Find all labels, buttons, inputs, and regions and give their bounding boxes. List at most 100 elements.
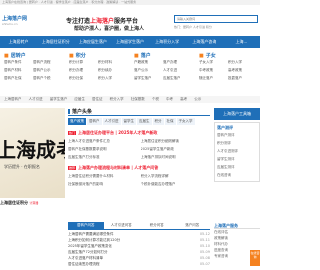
family-icon: ■ <box>199 53 204 59</box>
recommend-badge: 推荐 <box>68 166 77 170</box>
category-link[interactable]: 居转户流程 <box>33 60 62 65</box>
category-link[interactable]: 居转户个税 <box>33 76 62 81</box>
slogan-prefix: 专注打造 <box>66 18 91 25</box>
news-tab[interactable]: 留学生 <box>121 118 136 125</box>
category-link[interactable]: 投靠落户 <box>228 76 257 81</box>
search-hot-words: 热门：居转户 人才引进 积分 <box>174 25 212 29</box>
category-link[interactable]: 落户公示 <box>134 68 163 73</box>
list-item[interactable]: 居住证续签办理流程 05-07 <box>68 261 210 267</box>
news-tab[interactable]: 居转户 <box>87 118 102 125</box>
id-card-icon: ■ <box>134 53 139 59</box>
news-link[interactable]: 积分入学流程详解 <box>141 174 211 179</box>
site-logo[interactable]: 上海落户网 <box>2 15 27 22</box>
category-link[interactable]: 居转户材料 <box>4 68 33 73</box>
category-link[interactable]: 积分入学 <box>228 60 257 65</box>
news-tab[interactable]: 子女入学 <box>176 118 195 125</box>
score-calculator-link[interactable]: 上海居住证积分 计算器 <box>0 200 65 208</box>
news-link[interactable]: 上海居住证积分细则解读 <box>141 139 211 144</box>
news-link[interactable]: 居转户社保基数要求说明 <box>68 147 138 152</box>
news-link[interactable]: 上海人才引进落户条件汇总 <box>68 139 138 144</box>
news-headline[interactable]: 热门 上海居住证办理平台 | 2025年人才落户新政 <box>68 130 210 136</box>
news-panel: 落户头条 落户政策 居转户 人才引进 留学生 应届生 积分 社保 子女入学 热门… <box>68 108 210 220</box>
category-link[interactable]: 人才引进 <box>163 68 192 73</box>
nav-item[interactable]: 上海... <box>223 36 260 48</box>
slogan-line1: 专注打造上海落户服务平台 <box>66 16 138 25</box>
nav-item[interactable]: 上海应届生落户 <box>74 36 111 48</box>
category-link[interactable]: 应届生落户 <box>163 76 192 81</box>
news-tab[interactable]: 积分 <box>152 118 164 125</box>
news-link[interactable]: 2025留学生落户新政 <box>141 147 211 152</box>
assessment-link[interactable]: 在线咨询 <box>217 173 257 178</box>
hot-tag[interactable]: 上海居转户 <box>4 97 22 101</box>
category-link[interactable]: 积分续办 <box>98 68 127 73</box>
hot-tag[interactable]: 居住证 <box>92 97 103 101</box>
assessment-link[interactable]: 积分测评 <box>217 141 257 146</box>
category-link[interactable]: 居转户公示 <box>33 68 62 73</box>
category-link[interactable]: 积分入学 <box>98 76 127 81</box>
category-link[interactable]: 中考政策 <box>199 68 228 73</box>
hot-tag[interactable]: 公示 <box>194 97 201 101</box>
news-tab[interactable]: 人才引进 <box>102 118 121 125</box>
hot-tag[interactable]: 积分入学 <box>110 97 124 101</box>
news-link[interactable]: 上海落户排队时间说明 <box>141 155 211 160</box>
category-link[interactable]: 高考政策 <box>228 68 257 73</box>
hot-tag[interactable]: 人才引进 <box>29 97 43 101</box>
nav-item[interactable]: 上海落户咨询 <box>186 36 223 48</box>
hot-tag[interactable]: 个税 <box>152 97 159 101</box>
category-link[interactable]: 留学生落户 <box>134 76 163 81</box>
toolbox-button[interactable]: 上海落户工具箱 <box>214 108 260 120</box>
news-tab[interactable]: 应届生 <box>137 118 152 125</box>
category-title[interactable]: ■ 落户 <box>130 52 192 60</box>
category-link[interactable]: 居转户条件 <box>4 60 33 65</box>
category-link[interactable]: 户籍政策 <box>134 60 163 65</box>
qa-tab[interactable]: 居转户问答 <box>68 222 104 229</box>
hot-tag[interactable]: 中考 <box>166 97 173 101</box>
service-title: 上海落户服务 <box>214 222 260 229</box>
assessment-link[interactable]: 应届生测评 <box>217 165 257 170</box>
category-link[interactable]: 落户办理 <box>163 60 192 65</box>
category-block: ■ 积分 积分计算 积分材料 积分办理 积分续办 积分社保 积分入学 <box>65 52 127 94</box>
category-link[interactable]: 子女入学 <box>199 60 228 65</box>
star-icon: ■ <box>69 53 74 59</box>
news-link[interactable]: 上海居住证积分需要什么材料 <box>68 174 138 179</box>
search-input[interactable] <box>174 15 258 23</box>
banner-subtitle: 学历提升 · 在职报名 <box>4 164 40 169</box>
category-panel: ■ 居转户 居转户条件 居转户流程 居转户材料 居转户公示 居转户社保 居转户个税… <box>0 52 260 94</box>
hot-tag[interactable]: 留学生落户 <box>50 97 68 101</box>
category-title[interactable]: ■ 子女 <box>195 52 257 60</box>
hot-tag[interactable]: 社保基数 <box>131 97 145 101</box>
news-link-grid: 上海人才引进落户条件汇总 上海居住证积分细则解读 居转户社保基数要求说明 202… <box>68 139 210 160</box>
nav-item[interactable]: 上海积分入学 <box>149 36 186 48</box>
assessment-link[interactable]: 人才引进测评 <box>217 149 257 154</box>
assessment-link[interactable]: 留学生测评 <box>217 157 257 162</box>
qa-tab[interactable]: 积分问答 <box>139 222 175 229</box>
hot-tag[interactable]: 高考 <box>180 97 187 101</box>
banner-title: 上海成考 <box>0 138 65 162</box>
news-link[interactable]: 个税补缴能否办理落户 <box>141 182 211 187</box>
slogan-line2: 帮助沪漂人，喜沪圈，做上海人 <box>74 26 145 32</box>
news-tab[interactable]: 社保 <box>164 118 176 125</box>
qa-tab[interactable]: 人才引进问答 <box>104 222 140 229</box>
category-link[interactable]: 积分材料 <box>98 60 127 65</box>
category-title[interactable]: ■ 居转户 <box>0 52 62 60</box>
online-chat-button[interactable]: 在线咨询 <box>250 250 260 266</box>
category-link[interactable]: 积分社保 <box>69 76 98 81</box>
nav-item[interactable]: 上海居转户 <box>0 36 37 48</box>
category-link[interactable]: 积分计算 <box>69 60 98 65</box>
category-title[interactable]: ■ 积分 <box>65 52 127 60</box>
category-link[interactable]: 随迁落户 <box>199 76 228 81</box>
hot-tag[interactable]: 应届生 <box>74 97 85 101</box>
news-headline[interactable]: 推荐 上海落户办理流程与材料清单 | 人才落户问答 <box>68 165 210 171</box>
category-link[interactable]: 积分办理 <box>69 68 98 73</box>
news-link[interactable]: 应届生落户打分标准 <box>68 155 138 160</box>
promo-banner[interactable]: 上海成考 学历提升 · 在职报名 <box>0 108 65 198</box>
news-tab[interactable]: 落户政策 <box>68 118 86 125</box>
category-link[interactable]: 居转户社保 <box>4 76 33 81</box>
news-link[interactable]: 社保断缴对落户的影响 <box>68 182 138 187</box>
nav-item[interactable]: 上海居住证积分 <box>37 36 74 48</box>
nav-item[interactable]: 上海留学生落户 <box>111 36 148 48</box>
qa-tab[interactable]: 落户问答 <box>175 222 211 229</box>
qa-list: 上海居转户需要满足哪些条件 05-12 上海积分如何计算才能达到120分 05-11… <box>68 231 210 267</box>
hot-tags-bar: 上海居转户 人才引进 留学生落户 应届生 居住证 积分入学 社保基数 个税 中考… <box>0 96 260 103</box>
assessment-link[interactable]: 居转户测评 <box>217 133 257 138</box>
